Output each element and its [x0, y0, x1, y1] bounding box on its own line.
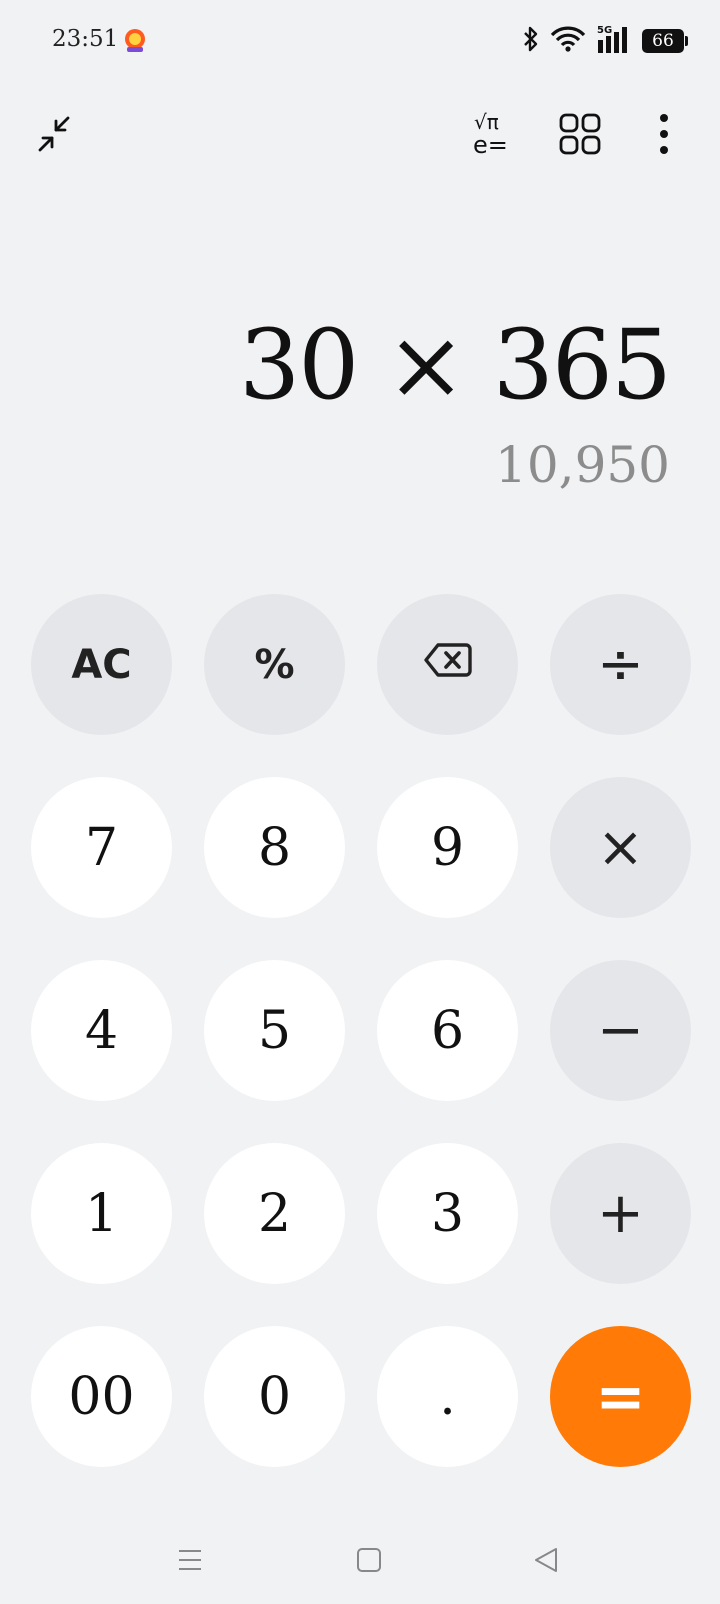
- digit-3-button[interactable]: 3: [377, 1143, 518, 1284]
- home-icon[interactable]: [339, 1530, 399, 1590]
- percent-button[interactable]: %: [204, 594, 345, 735]
- clear-button[interactable]: AC: [31, 594, 172, 735]
- status-time: 23:51: [52, 26, 119, 52]
- collapse-icon[interactable]: [26, 104, 86, 164]
- double-zero-button[interactable]: 00: [31, 1326, 172, 1467]
- sci-icon-bottom: e=: [473, 131, 508, 159]
- backspace-icon: [423, 642, 472, 688]
- subtract-button[interactable]: −: [550, 960, 691, 1101]
- digit-5-button[interactable]: 5: [204, 960, 345, 1101]
- app-notification-icon: [122, 28, 148, 54]
- scientific-mode-icon[interactable]: √π e=: [466, 104, 526, 164]
- result-preview: 10,950: [495, 436, 670, 494]
- battery-icon: 66: [642, 29, 688, 53]
- decimal-button[interactable]: .: [377, 1326, 518, 1467]
- keypad: AC% ÷ 7 8 9 × 4 5 6− 1 2 3 +00 0. =: [31, 594, 693, 1467]
- multiply-button[interactable]: ×: [550, 777, 691, 918]
- digit-7-button[interactable]: 7: [31, 777, 172, 918]
- add-button[interactable]: +: [550, 1143, 691, 1284]
- more-options-icon[interactable]: [634, 104, 694, 164]
- signal-icon: 5G: [596, 24, 632, 58]
- back-icon[interactable]: [516, 1530, 576, 1590]
- converter-grid-icon[interactable]: [550, 104, 610, 164]
- expression-text: 30 × 365: [239, 309, 672, 421]
- network-label: 5G: [597, 25, 612, 36]
- digit-6-button[interactable]: 6: [377, 960, 518, 1101]
- calculator-display: 30 × 365 10,950: [239, 300, 672, 500]
- toolbar: √π e=: [0, 100, 720, 170]
- digit-9-button[interactable]: 9: [377, 777, 518, 918]
- wifi-icon: [550, 25, 586, 57]
- divide-button[interactable]: ÷: [550, 594, 691, 735]
- digit-1-button[interactable]: 1: [31, 1143, 172, 1284]
- status-bar: 23:51 5G 66: [0, 0, 720, 82]
- status-icons: 5G 66: [522, 24, 688, 58]
- digit-8-button[interactable]: 8: [204, 777, 345, 918]
- bluetooth-icon: [522, 25, 540, 57]
- digit-4-button[interactable]: 4: [31, 960, 172, 1101]
- equals-button[interactable]: =: [550, 1326, 691, 1467]
- digit-0-button[interactable]: 0: [204, 1326, 345, 1467]
- navigation-bar: [0, 1530, 720, 1590]
- backspace-button[interactable]: [377, 594, 518, 735]
- digit-2-button[interactable]: 2: [204, 1143, 345, 1284]
- recent-apps-icon[interactable]: [160, 1530, 220, 1590]
